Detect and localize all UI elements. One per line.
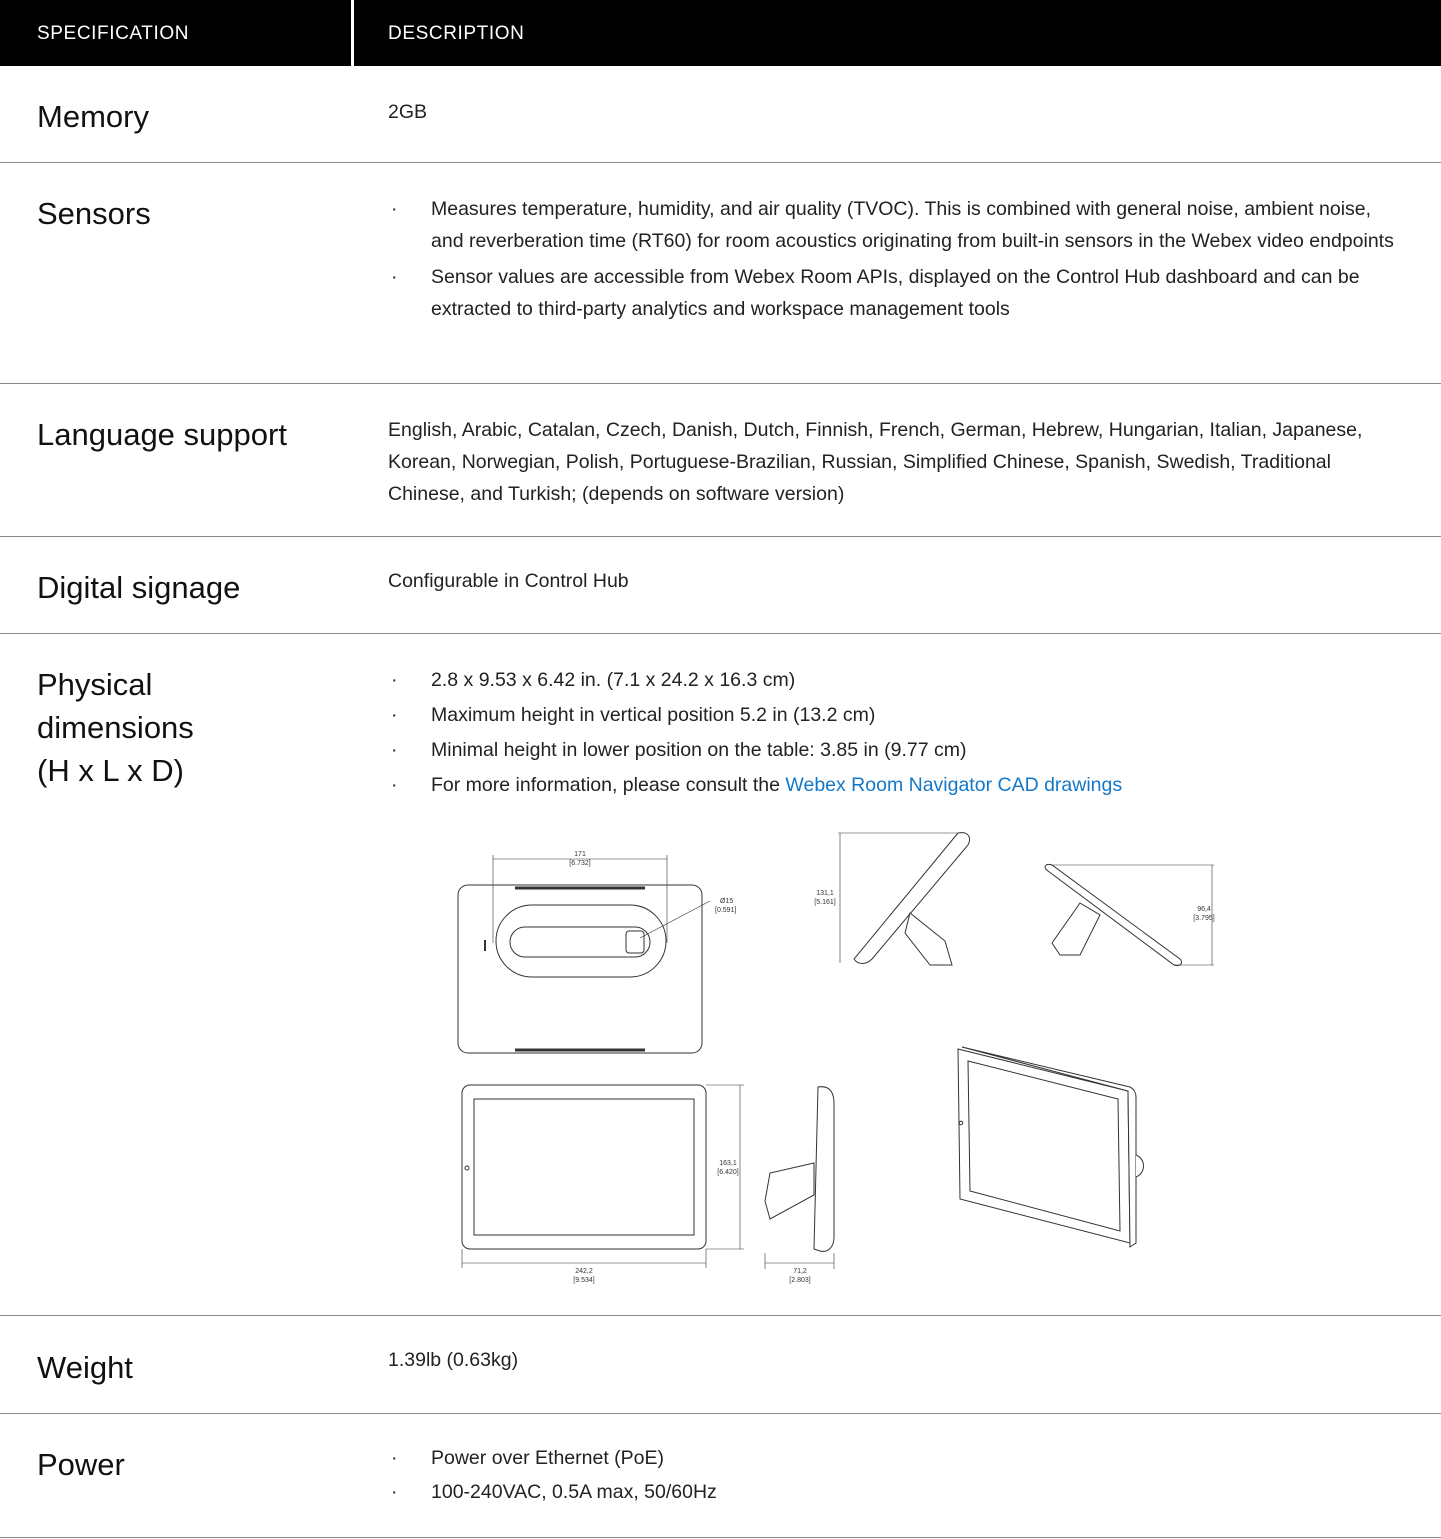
column-divider — [351, 0, 354, 66]
dim-96: 96,4 — [1197, 906, 1211, 913]
spec-bullet-list: · 2.8 x 9.53 x 6.42 in. (7.1 x 24.2 x 16.… — [388, 664, 1408, 801]
list-item: · For more information, please consult th… — [388, 769, 1408, 801]
spec-label: Physical dimensions (H x L x D) — [37, 667, 194, 788]
spec-value: English, Arabic, Catalan, Czech, Danish,… — [388, 419, 1363, 505]
row-weight: Weight 1.39lb (0.63kg) — [0, 1316, 1441, 1414]
list-item: · 100-240VAC, 0.5A max, 50/60Hz — [388, 1476, 1408, 1508]
column-header-specification: SPECIFICATION — [37, 23, 190, 44]
list-item: · Power over Ethernet (PoE) — [388, 1442, 1408, 1474]
table-header: SPECIFICATION DESCRIPTION — [0, 0, 1441, 66]
dim-171-in: [6.732] — [569, 860, 590, 867]
dim-171: 171 — [574, 851, 586, 858]
dim-71: 71,2 — [793, 1268, 807, 1275]
row-memory: Memory 2GB — [0, 66, 1441, 163]
spec-value: Configurable in Control Hub — [388, 570, 629, 592]
side-view-tilted-drawing: 131,1 [5.161] — [814, 829, 971, 966]
bullet-icon: · — [391, 1447, 398, 1469]
dim-71-in: [2.803] — [789, 1277, 810, 1284]
row-sensors: Sensors · Measures temperature, humidity,… — [0, 163, 1441, 384]
dim-163: 163,1 — [719, 1160, 737, 1167]
spec-label: Weight — [37, 1350, 133, 1385]
list-item: · Minimal height in lower position on the… — [388, 734, 1408, 766]
spec-bullet-list: · Power over Ethernet (PoE) · 100-240VAC, … — [388, 1442, 1408, 1508]
column-header-description: DESCRIPTION — [388, 23, 525, 44]
front-view-drawing: 163,1 [6.420] 242,2 [9.534] — [461, 1084, 744, 1284]
bullet-icon: · — [391, 669, 398, 691]
bullet-icon: · — [391, 1481, 398, 1503]
list-item: · 2.8 x 9.53 x 6.42 in. (7.1 x 24.2 x 16.… — [388, 664, 1408, 696]
bullet-icon: · — [391, 198, 398, 220]
dim-242-in: [9.534] — [573, 1277, 594, 1284]
side-view-low-drawing: 96,4 [3.795] — [1044, 864, 1215, 966]
spec-label: Sensors — [37, 196, 151, 231]
row-language-support: Language support English, Arabic, Catala… — [0, 384, 1441, 537]
spec-label: Digital signage — [37, 570, 241, 605]
bullet-icon: · — [391, 266, 398, 288]
dim-131-in: [5.161] — [814, 899, 835, 906]
dim-15-in: [0.591] — [715, 907, 736, 914]
spec-value: 1.39lb (0.63kg) — [388, 1349, 519, 1371]
spec-label: Language support — [37, 417, 287, 452]
dim-131: 131,1 — [816, 890, 834, 897]
bullet-icon: · — [391, 774, 398, 796]
bullet-icon: · — [391, 704, 398, 726]
cad-drawing-image: 171 [6.732] Ø15 [0.591] 131,1 [5.161] 96… — [440, 823, 1220, 1293]
row-power: Power · Power over Ethernet (PoE) · 100-24… — [0, 1414, 1441, 1538]
cad-drawings-link[interactable]: Webex Room Navigator CAD drawings — [785, 774, 1122, 796]
back-view-drawing: 171 [6.732] Ø15 [0.591] — [457, 851, 736, 1054]
dim-15: Ø15 — [720, 898, 733, 905]
bullet-icon: · — [391, 739, 398, 761]
spec-label: Power — [37, 1447, 125, 1482]
spec-label: Memory — [37, 99, 149, 134]
list-item: · Maximum height in vertical position 5.2… — [388, 699, 1408, 731]
dim-96-in: [3.795] — [1193, 915, 1214, 922]
dim-163-in: [6.420] — [717, 1169, 738, 1176]
spec-bullet-list: · Measures temperature, humidity, and air… — [388, 193, 1408, 325]
side-profile-drawing: 71,2 [2.803] — [764, 1086, 835, 1284]
list-item: · Sensor values are accessible from Webex… — [388, 261, 1408, 325]
perspective-view-drawing — [957, 1046, 1144, 1248]
row-digital-signage: Digital signage Configurable in Control … — [0, 537, 1441, 634]
spec-value: 2GB — [388, 101, 428, 123]
list-item: · Measures temperature, humidity, and air… — [388, 193, 1408, 257]
dim-242: 242,2 — [575, 1268, 593, 1275]
